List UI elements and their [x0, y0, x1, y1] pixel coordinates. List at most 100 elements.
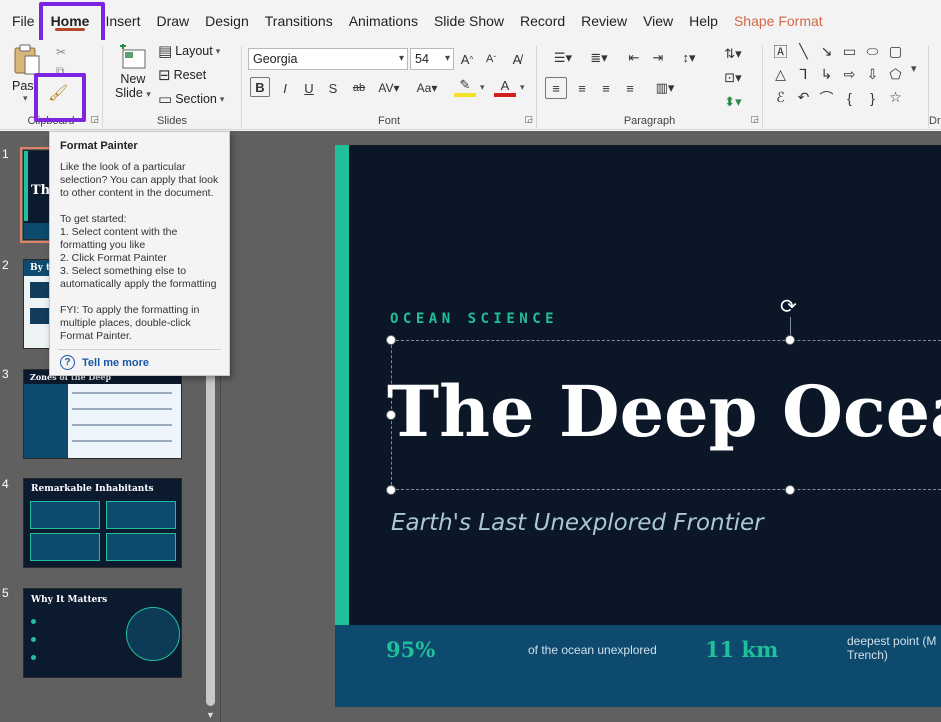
- thumb-accent-bar: [24, 151, 28, 221]
- font-launcher-icon[interactable]: ◲: [524, 114, 533, 125]
- font-group-label: Font: [377, 115, 400, 127]
- resize-handle[interactable]: [386, 485, 396, 495]
- shadow-icon[interactable]: S: [322, 77, 344, 99]
- paragraph-launcher-icon[interactable]: ◲: [750, 114, 759, 125]
- right-brace-icon[interactable]: }: [861, 86, 884, 109]
- down-arrow-icon[interactable]: ⇩: [861, 63, 884, 86]
- justify-icon[interactable]: ≡: [619, 77, 641, 99]
- tab-help[interactable]: Help: [681, 0, 726, 40]
- align-text-icon[interactable]: ⊡▾: [717, 67, 749, 89]
- columns-icon[interactable]: ▥▾: [649, 77, 681, 99]
- left-brace-icon[interactable]: {: [838, 86, 861, 109]
- triangle-icon[interactable]: △: [769, 63, 792, 86]
- line-spacing-icon[interactable]: ↕▾: [673, 47, 705, 69]
- tab-review[interactable]: Review: [573, 0, 635, 40]
- star-icon[interactable]: ☆: [884, 86, 907, 109]
- reset-button[interactable]: ⊟ Reset: [158, 66, 206, 84]
- shapes-gallery[interactable]: 🄰 ╲ ↘ ▭ ⬭ ▢ △ ⅂ ↳ ⇨ ⇩ ⬠ ℰ ↶ ⌒ { } ☆: [769, 40, 907, 109]
- elbow-arrow-icon[interactable]: ↳: [815, 63, 838, 86]
- chevron-down-icon[interactable]: ▾: [480, 82, 485, 93]
- change-case-icon[interactable]: Aa▾: [412, 77, 442, 99]
- clear-formatting-icon[interactable]: A̸: [506, 48, 528, 70]
- cut-icon[interactable]: ✂: [56, 45, 66, 59]
- text-box-icon[interactable]: 🄰: [769, 40, 792, 63]
- curve-icon[interactable]: ↶: [792, 86, 815, 109]
- rounded-rectangle-icon[interactable]: ▢: [884, 40, 907, 63]
- smartart-icon[interactable]: ⬍▾: [717, 91, 749, 113]
- numbering-icon[interactable]: ≣▾: [583, 47, 615, 69]
- tell-me-more-link[interactable]: ? Tell me more: [60, 355, 149, 370]
- thumb-row: [72, 408, 172, 410]
- drawing-group-label: Dra: [929, 115, 941, 127]
- elbow-connector-icon[interactable]: ⅂: [792, 63, 815, 86]
- thumb-row: [72, 440, 172, 442]
- freeform-icon[interactable]: ℰ: [769, 86, 792, 109]
- align-right-icon[interactable]: ≡: [595, 77, 617, 99]
- slide-number: 4: [2, 477, 9, 491]
- resize-handle[interactable]: [785, 485, 795, 495]
- highlight-color-icon[interactable]: ✎: [454, 77, 476, 97]
- line-icon[interactable]: ╲: [792, 40, 815, 63]
- text-direction-icon[interactable]: ⇅▾: [717, 43, 749, 65]
- slide-number: 5: [2, 586, 9, 600]
- tab-view[interactable]: View: [635, 0, 681, 40]
- tab-slide-show[interactable]: Slide Show: [426, 0, 512, 40]
- underline-icon[interactable]: U: [298, 77, 320, 99]
- tab-file[interactable]: File: [4, 0, 43, 40]
- pentagon-icon[interactable]: ⬠: [884, 63, 907, 86]
- slide-title[interactable]: The Deep Ocea: [387, 370, 941, 453]
- resize-handle[interactable]: [785, 335, 795, 345]
- tab-transitions[interactable]: Transitions: [257, 0, 341, 40]
- tab-record[interactable]: Record: [512, 0, 573, 40]
- slide-kicker[interactable]: OCEAN SCIENCE: [390, 311, 558, 327]
- bullets-icon[interactable]: ☰▾: [547, 47, 579, 69]
- bold-icon[interactable]: B: [250, 77, 270, 97]
- slide-canvas[interactable]: OCEAN SCIENCE The Deep Ocea ⟳ Earth's La…: [335, 145, 941, 707]
- tab-draw[interactable]: Draw: [148, 0, 197, 40]
- tab-insert[interactable]: Insert: [97, 0, 148, 40]
- arc-icon[interactable]: ⌒: [815, 86, 838, 109]
- italic-icon[interactable]: I: [274, 77, 296, 99]
- new-slide-button[interactable]: New Slide ▾: [115, 44, 151, 100]
- character-spacing-icon[interactable]: AV▾: [374, 77, 404, 99]
- shapes-gallery-more-icon[interactable]: ▾: [911, 62, 917, 75]
- clipboard-launcher-icon[interactable]: ◲: [90, 114, 99, 125]
- paste-dropdown-icon[interactable]: ▾: [23, 93, 28, 104]
- font-size-select[interactable]: 54 ▾: [410, 48, 454, 70]
- thumb-card: [30, 501, 100, 529]
- arrow-line-icon[interactable]: ↘: [815, 40, 838, 63]
- scroll-down-icon[interactable]: ▼: [205, 710, 216, 722]
- align-center-icon[interactable]: ≡: [571, 77, 593, 99]
- font-name-select[interactable]: Georgia ▾: [248, 48, 408, 70]
- slide-thumbnail-4[interactable]: Remarkable Inhabitants: [23, 478, 182, 568]
- tab-animations[interactable]: Animations: [341, 0, 426, 40]
- slide-thumbnail-3[interactable]: Zones of the Deep: [23, 369, 182, 459]
- increase-font-size-icon[interactable]: A ^: [456, 48, 478, 70]
- rotate-handle-icon[interactable]: ⟳: [780, 294, 797, 319]
- align-left-icon[interactable]: ≡: [545, 77, 567, 99]
- layout-button[interactable]: ▤ Layout ▾: [158, 42, 220, 60]
- font-color-icon[interactable]: A: [494, 77, 516, 97]
- increase-indent-icon[interactable]: ⇥: [647, 47, 669, 69]
- decrease-font-size-icon[interactable]: Aˇ: [480, 48, 502, 70]
- strikethrough-icon[interactable]: ab: [348, 77, 370, 99]
- new-slide-icon: [119, 44, 146, 69]
- chevron-down-icon: ▾: [146, 89, 151, 99]
- slide-subtitle[interactable]: Earth's Last Unexplored Frontier: [391, 510, 764, 536]
- thumb-dot: [31, 655, 36, 660]
- decrease-indent-icon[interactable]: ⇤: [623, 47, 645, 69]
- tab-design[interactable]: Design: [197, 0, 257, 40]
- stats-bar: 95% of the ocean unexplored 11 km deepes…: [335, 625, 941, 707]
- thumb-card: [106, 533, 176, 561]
- tab-shape-format[interactable]: Shape Format: [726, 0, 831, 40]
- chevron-down-icon[interactable]: ▾: [520, 82, 525, 93]
- slide-thumbnail-5[interactable]: Why It Matters: [23, 588, 182, 678]
- oval-icon[interactable]: ⬭: [861, 40, 884, 63]
- resize-handle[interactable]: [386, 410, 396, 420]
- reset-icon: ⊟: [158, 67, 171, 84]
- section-button[interactable]: ▭ Section ▾: [158, 90, 224, 108]
- resize-handle[interactable]: [386, 335, 396, 345]
- stat-label-2: deepest point (M Trench): [847, 634, 937, 662]
- right-arrow-icon[interactable]: ⇨: [838, 63, 861, 86]
- rectangle-icon[interactable]: ▭: [838, 40, 861, 63]
